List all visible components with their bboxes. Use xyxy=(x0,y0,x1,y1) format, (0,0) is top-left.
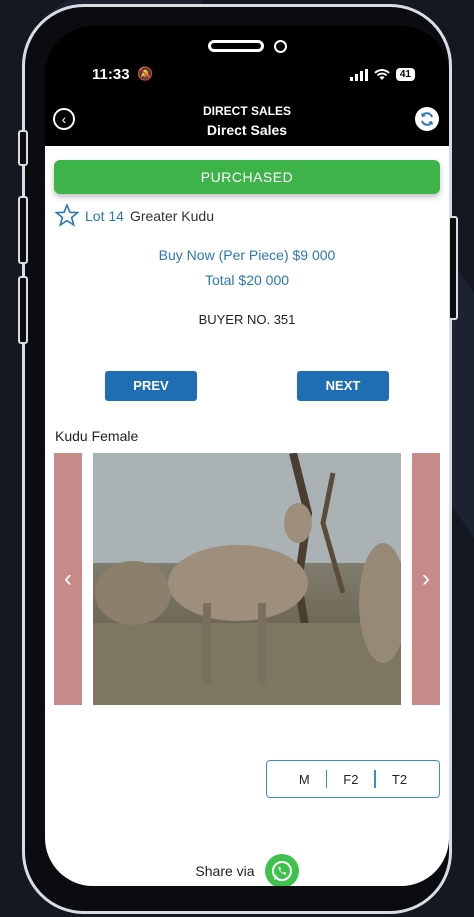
purchased-status-badge: PURCHASED xyxy=(54,160,440,194)
tag-t2: T2 xyxy=(391,771,408,787)
camera-icon xyxy=(273,39,287,53)
header-title-top: DIRECT SALES xyxy=(202,104,291,118)
status-icons: 41 xyxy=(349,68,415,81)
silent-switch xyxy=(18,130,28,166)
status-time: 11:33 xyxy=(92,66,130,83)
chevron-right-icon: › xyxy=(422,565,430,592)
star-icon[interactable] xyxy=(55,204,79,227)
chevron-left-icon: ‹ xyxy=(64,565,72,592)
whatsapp-icon xyxy=(271,861,292,881)
wifi-icon xyxy=(374,68,390,80)
next-button[interactable]: NEXT xyxy=(297,371,389,401)
header-title-bottom: Direct Sales xyxy=(206,122,288,138)
buy-now-label: Buy Now (Per Piece) xyxy=(158,247,289,263)
screen: 11:33 🔕 41 ‹ DIRECT SALES Direct Sales P… xyxy=(45,26,449,886)
status-bar: 11:33 🔕 41 xyxy=(45,66,449,90)
battery-icon: 41 xyxy=(395,68,415,81)
animal-title: Kudu Female xyxy=(55,428,139,444)
dynamic-island xyxy=(175,32,319,60)
whatsapp-share-button[interactable] xyxy=(264,854,299,886)
lot-name: Greater Kudu xyxy=(129,207,214,224)
prev-button[interactable]: PREV xyxy=(105,371,197,401)
power-button xyxy=(448,216,458,320)
tag-separator xyxy=(325,770,328,788)
buy-now-value: $9 000 xyxy=(292,247,336,263)
animal-tags: M F2 T2 xyxy=(266,760,440,798)
tag-separator xyxy=(374,770,376,788)
total-value: $20 000 xyxy=(238,272,290,288)
kudu-photo xyxy=(93,453,401,705)
buyer-number: BUYER NO. 351 xyxy=(198,312,296,327)
buy-now-price: Buy Now (Per Piece) $9 000 xyxy=(45,247,449,263)
refresh-icon xyxy=(421,112,433,126)
back-button[interactable]: ‹ xyxy=(53,108,75,130)
tag-f2: F2 xyxy=(343,771,359,787)
volume-down-button xyxy=(18,276,28,344)
kudu-photo-illustration xyxy=(93,453,401,705)
lot-number: Lot 14 xyxy=(85,207,124,224)
image-gallery: ‹ › xyxy=(54,453,440,705)
speaker-icon xyxy=(207,40,264,52)
bell-slash-icon: 🔕 xyxy=(137,66,154,81)
main-content: PURCHASED Lot 14 Greater Kudu Buy Now (P… xyxy=(45,146,449,886)
lot-row: Lot 14 Greater Kudu xyxy=(55,204,214,227)
gallery-next-button[interactable]: › xyxy=(412,453,440,705)
share-row: Share via xyxy=(45,854,449,886)
signal-icon xyxy=(349,68,368,81)
volume-up-button xyxy=(18,196,28,264)
app-header: ‹ DIRECT SALES Direct Sales xyxy=(45,100,449,146)
chevron-left-icon: ‹ xyxy=(61,111,67,127)
share-label: Share via xyxy=(195,863,255,879)
tag-m: M xyxy=(298,771,310,787)
refresh-button[interactable] xyxy=(415,107,439,131)
gallery-prev-button[interactable]: ‹ xyxy=(54,453,82,705)
total-price: Total $20 000 xyxy=(45,272,449,288)
total-label: Total xyxy=(204,272,235,288)
